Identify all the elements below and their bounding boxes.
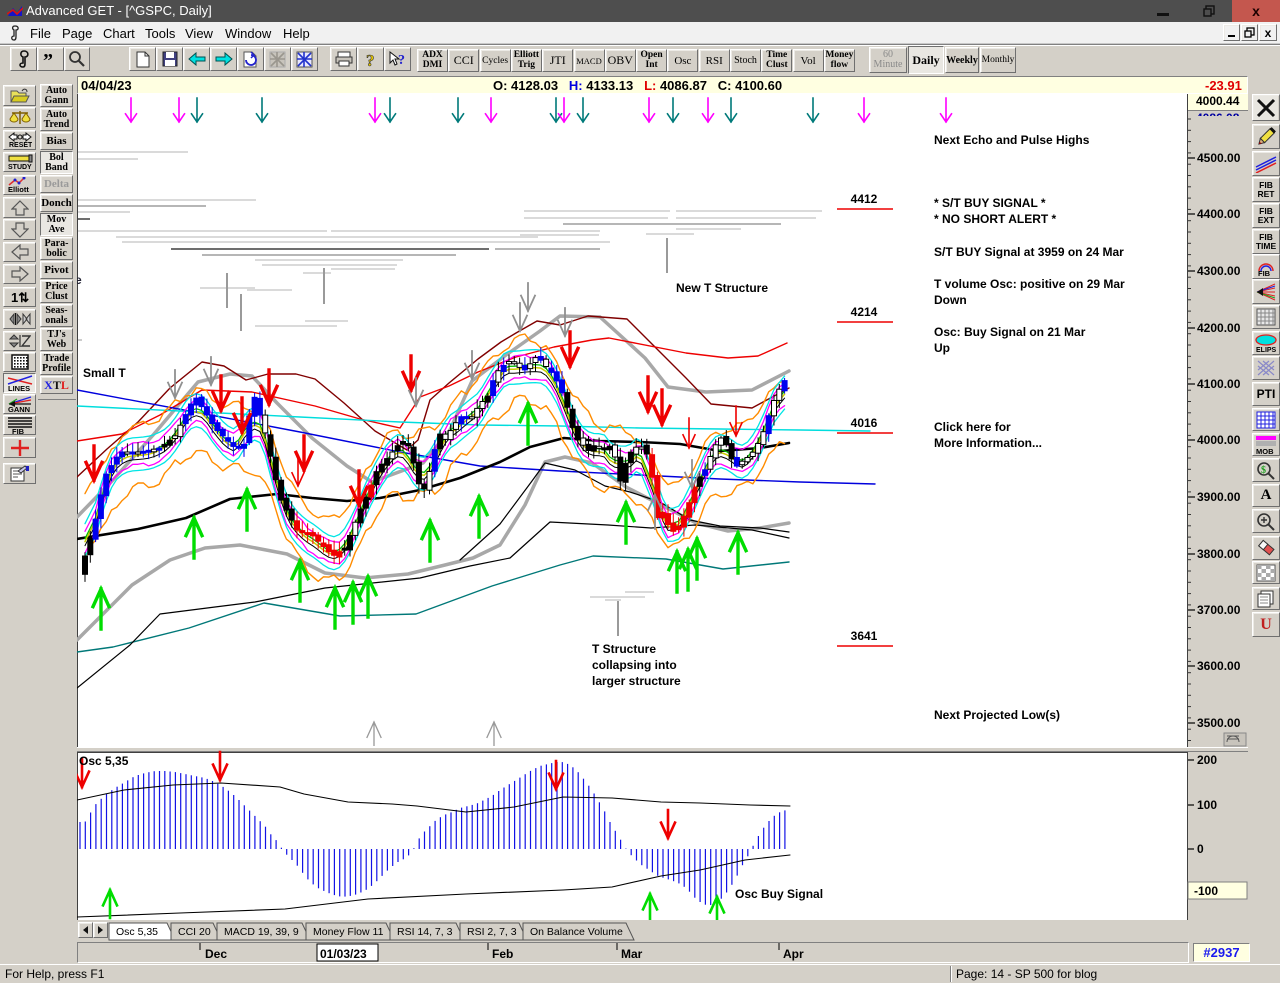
- svg-text:Click here for: Click here for: [934, 420, 1011, 434]
- svg-text:1⇅1: 1⇅1: [11, 290, 30, 305]
- svg-text:Osc: Buy Signal on 21 Mar: Osc: Buy Signal on 21 Mar: [934, 325, 1086, 339]
- svg-text:More Information...: More Information...: [934, 436, 1042, 450]
- svg-text:RESET: RESET: [9, 142, 32, 148]
- svg-text:Apr: Apr: [783, 947, 804, 961]
- svg-text:3600.00: 3600.00: [1197, 659, 1241, 673]
- svg-text:T volume Osc: positive on 29 M: T volume Osc: positive on 29 Mar: [934, 277, 1125, 291]
- svg-text:0: 0: [1197, 842, 1204, 856]
- svg-text:ELIPS: ELIPS: [1256, 347, 1277, 353]
- svg-text:GANN: GANN: [8, 405, 30, 413]
- svg-text:4500.00: 4500.00: [1197, 151, 1241, 165]
- svg-text:Osc Buy Signal: Osc Buy Signal: [735, 887, 823, 901]
- svg-text:RSI 2, 7, 3: RSI 2, 7, 3: [467, 926, 517, 938]
- svg-text:100: 100: [1197, 798, 1217, 812]
- svg-text:?: ?: [398, 53, 405, 68]
- svg-text:Next Echo and Pulse Highs: Next Echo and Pulse Highs: [934, 133, 1090, 147]
- svg-text:Osc 5,35: Osc 5,35: [79, 754, 129, 768]
- svg-text:S/T BUY Signal at 3959 on 24 M: S/T BUY Signal at 3959 on 24 Mar: [934, 245, 1124, 259]
- svg-text:4016: 4016: [851, 416, 878, 430]
- svg-text:* NO SHORT ALERT *: * NO SHORT ALERT *: [934, 212, 1057, 226]
- svg-text:3641: 3641: [851, 629, 878, 643]
- svg-text:T Structure: T Structure: [592, 642, 656, 656]
- svg-text:STUDY: STUDY: [8, 164, 32, 170]
- svg-text:larger structure: larger structure: [592, 674, 681, 688]
- svg-text:4100.00: 4100.00: [1197, 377, 1241, 391]
- svg-text:4400.00: 4400.00: [1197, 207, 1241, 221]
- svg-text:Mar: Mar: [621, 947, 643, 961]
- svg-text:Dec: Dec: [205, 947, 227, 961]
- svg-text:Up: Up: [934, 341, 950, 355]
- svg-text:?: ?: [366, 51, 375, 68]
- svg-text:200: 200: [1197, 753, 1217, 767]
- svg-text:4000.00: 4000.00: [1197, 433, 1241, 447]
- svg-text:MOB: MOB: [1256, 447, 1274, 455]
- svg-text:* S/T BUY SIGNAL *: * S/T BUY SIGNAL *: [934, 196, 1046, 210]
- svg-text:e: e: [77, 273, 82, 287]
- svg-text:$: $: [1261, 465, 1266, 476]
- svg-text:3800.00: 3800.00: [1197, 547, 1241, 561]
- svg-text:Money Flow 11: Money Flow 11: [313, 926, 384, 938]
- svg-text:3500.00: 3500.00: [1197, 716, 1241, 730]
- svg-text:-100: -100: [1194, 884, 1218, 898]
- svg-text:Small T: Small T: [83, 366, 126, 380]
- svg-text:Down: Down: [934, 293, 967, 307]
- svg-text:CCI 20: CCI 20: [178, 926, 211, 938]
- svg-text:FIB: FIB: [1258, 269, 1271, 277]
- svg-text:Feb: Feb: [492, 947, 513, 961]
- svg-text:3900.00: 3900.00: [1197, 490, 1241, 504]
- svg-text:3700.00: 3700.00: [1197, 603, 1241, 617]
- svg-text:4300.00: 4300.00: [1197, 264, 1241, 278]
- svg-text:4412: 4412: [851, 192, 878, 206]
- svg-text:New T Structure: New T Structure: [676, 281, 768, 295]
- svg-text:”: ”: [43, 52, 53, 66]
- svg-text:collapsing into: collapsing into: [592, 658, 677, 672]
- svg-text:4214: 4214: [851, 305, 878, 319]
- svg-text:MACD 19, 39, 9: MACD 19, 39, 9: [224, 926, 299, 938]
- svg-text:Osc 5,35: Osc 5,35: [116, 926, 158, 938]
- svg-text:4200.00: 4200.00: [1197, 321, 1241, 335]
- svg-text:FIB: FIB: [12, 427, 25, 434]
- svg-text:Next Projected Low(s): Next Projected Low(s): [934, 708, 1060, 722]
- svg-text:LINES: LINES: [8, 384, 30, 392]
- svg-text:Elliott: Elliott: [8, 185, 29, 193]
- svg-text:On Balance Volume: On Balance Volume: [530, 926, 623, 938]
- svg-text:01/03/23: 01/03/23: [320, 947, 367, 961]
- svg-text:RSI 14, 7, 3: RSI 14, 7, 3: [397, 926, 453, 938]
